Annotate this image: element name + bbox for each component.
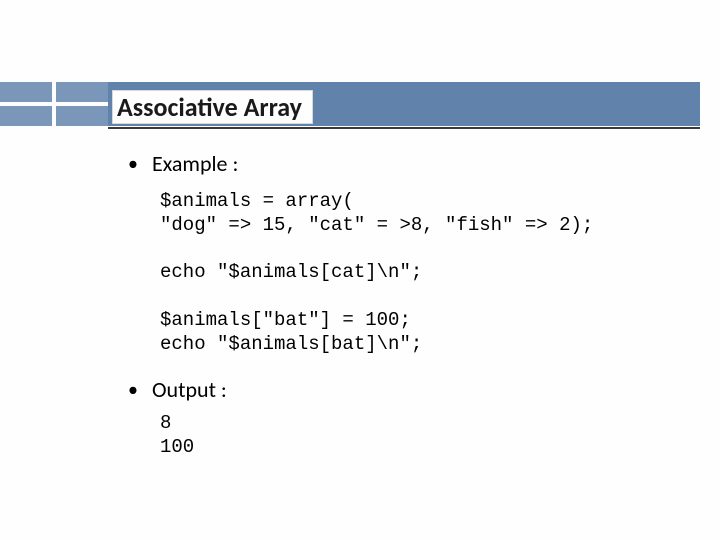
decorative-squares [0, 82, 108, 126]
slide-title: Associative Array [112, 90, 313, 124]
bullet-example: • Example : [128, 150, 680, 178]
bullet-icon: • [128, 376, 138, 404]
slide-body: • Example : $animals = array( "dog" => 1… [128, 150, 680, 460]
code-block-example: $animals = array( "dog" => 15, "cat" = >… [160, 190, 680, 356]
title-underline [108, 127, 700, 129]
bullet-output: • Output : [128, 376, 680, 404]
slide: Associative Array • Example : $animals =… [0, 0, 720, 540]
bullet-label-example: Example : [152, 150, 238, 178]
title-bar: Associative Array [108, 82, 700, 126]
bullet-label-output: Output : [152, 376, 227, 404]
bullet-icon: • [128, 150, 138, 178]
code-block-output: 8 100 [160, 412, 680, 460]
